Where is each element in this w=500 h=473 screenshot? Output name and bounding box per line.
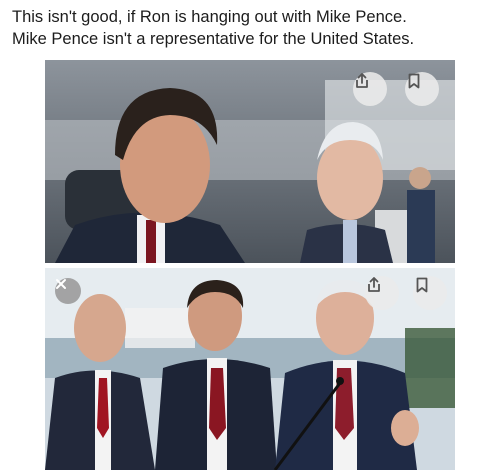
share-button-2[interactable] [365, 276, 399, 310]
save-button-2[interactable] [413, 276, 447, 310]
photo-desantis-pence-closeup[interactable] [45, 60, 455, 263]
close-icon [56, 279, 66, 289]
caption-line-1: This isn't good, if Ron is hanging out w… [12, 8, 407, 26]
photo-scott-desantis-pence-press[interactable] [45, 268, 455, 470]
caption-line-2: Mike Pence isn't a representative for th… [12, 30, 415, 48]
share-button[interactable] [353, 72, 387, 106]
post-caption: This isn't good, if Ron is hanging out w… [12, 6, 492, 50]
photo-1-illustration [45, 60, 455, 263]
share-icon [368, 277, 380, 292]
close-button[interactable] [55, 278, 81, 304]
bookmark-icon [416, 277, 428, 293]
bookmark-icon [408, 73, 420, 89]
share-icon [356, 73, 368, 88]
save-button[interactable] [405, 72, 439, 106]
